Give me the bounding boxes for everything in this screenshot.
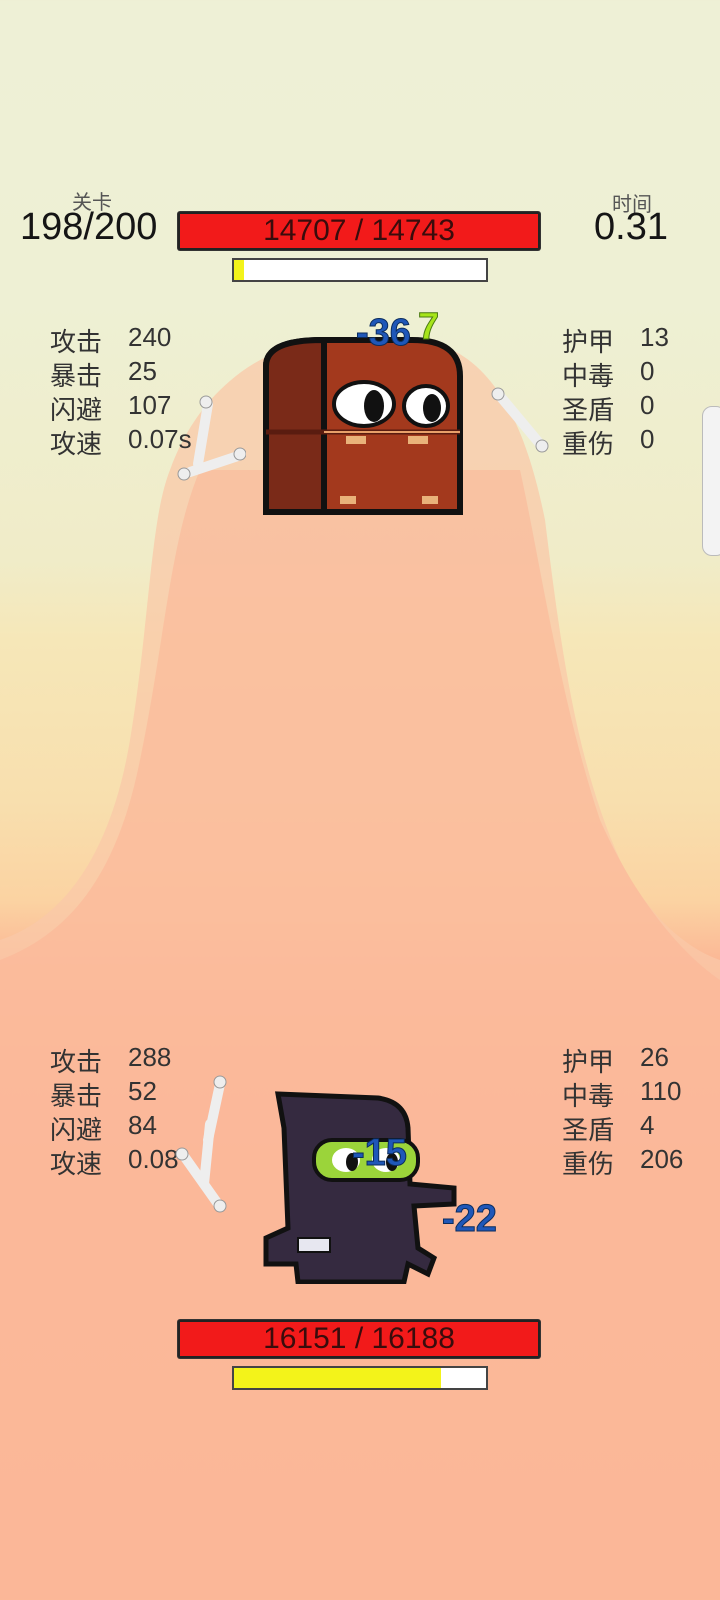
player-hp-text: 16151 / 16188 — [263, 1322, 455, 1355]
enemy-damage-popup: -36 — [356, 312, 412, 355]
player-stat-armor: 护甲 26 — [562, 1042, 669, 1077]
player-stat-attack: 攻击 288 — [50, 1042, 172, 1077]
player-attack-progress — [232, 1366, 488, 1390]
bone-icon — [491, 387, 549, 453]
player-damage-popup: -15 — [352, 1132, 408, 1175]
player-stat-speed: 攻速 0.08 — [50, 1144, 179, 1179]
player-attack-progress-fill — [234, 1368, 441, 1388]
bone-icon — [175, 1075, 227, 1213]
bone-icon — [177, 395, 246, 481]
side-drawer-handle[interactable] — [702, 406, 720, 556]
enemy-hp-text: 14707 / 14743 — [263, 214, 455, 247]
level-value: 198/200 — [20, 206, 158, 248]
enemy-attack-progress-fill — [234, 260, 245, 280]
enemy-stat-attack: 攻击 240 — [50, 322, 172, 357]
player-stat-poison: 中毒 110 — [562, 1076, 682, 1111]
player-hp-bar: 16151 / 16188 — [178, 1320, 540, 1358]
enemy-stat-poison: 中毒 0 — [562, 356, 655, 391]
enemy-heal-popup: 7 — [417, 306, 440, 349]
player-damage-popup: -22 — [442, 1198, 498, 1241]
enemy-chest-sprite — [263, 337, 463, 515]
player-stat-crit: 暴击 52 — [50, 1076, 157, 1111]
player-stat-wound: 重伤 206 — [562, 1144, 684, 1179]
enemy-stat-speed: 攻速 0.07s — [50, 424, 192, 459]
player-stat-dodge: 闪避 84 — [50, 1110, 157, 1145]
enemy-stat-armor: 护甲 13 — [562, 322, 669, 357]
player-ninja-sprite — [263, 1091, 457, 1284]
enemy-stat-dodge: 闪避 107 — [50, 390, 172, 425]
enemy-stat-shield: 圣盾 0 — [562, 390, 655, 425]
enemy-stat-crit: 暴击 25 — [50, 356, 157, 391]
enemy-attack-progress — [232, 258, 488, 282]
enemy-hp-bar: 14707 / 14743 — [178, 212, 540, 250]
time-value: 0.31 — [594, 206, 668, 248]
player-stat-shield: 圣盾 4 — [562, 1110, 655, 1145]
enemy-stat-wound: 重伤 0 — [562, 424, 655, 459]
